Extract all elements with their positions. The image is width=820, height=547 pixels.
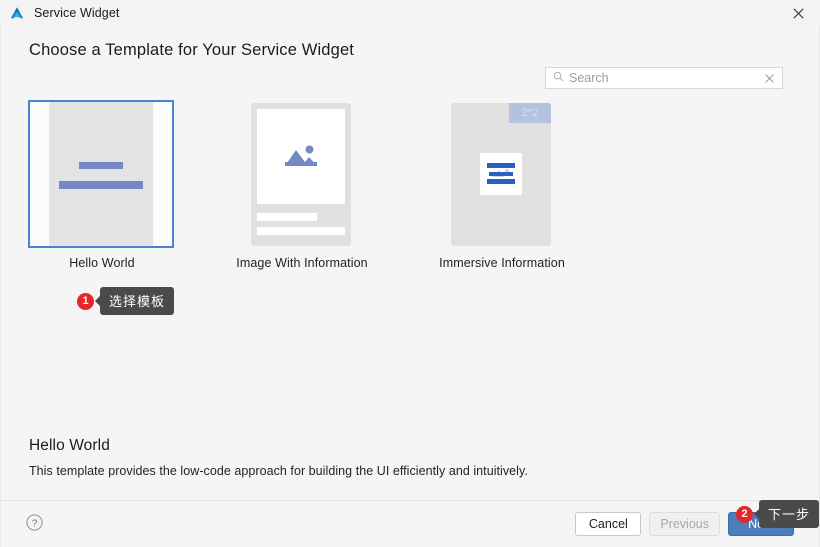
- preview-icon-box: [480, 153, 522, 195]
- svg-text:?: ?: [32, 518, 38, 529]
- preview-text-line-long: [257, 226, 345, 235]
- template-thumbnail: 2*2: [428, 100, 574, 248]
- search-icon: [553, 69, 564, 87]
- preview-image-area: [257, 108, 345, 204]
- detail-description: This template provides the low-code appr…: [29, 464, 528, 478]
- help-icon[interactable]: ?: [26, 514, 43, 536]
- close-icon[interactable]: [776, 0, 820, 26]
- template-label: Image With Information: [236, 256, 368, 270]
- template-thumbnail: [28, 100, 174, 248]
- annotation-tooltip: 下一步: [759, 500, 820, 528]
- window-title: Service Widget: [34, 6, 120, 20]
- template-thumbnail: [228, 100, 374, 248]
- previous-button: Previous: [649, 512, 720, 536]
- template-label: Hello World: [69, 256, 135, 270]
- clear-icon[interactable]: [759, 68, 779, 88]
- template-card-immersive-information[interactable]: 2*2 Immersive Information: [428, 100, 576, 270]
- cancel-button[interactable]: Cancel: [575, 512, 642, 536]
- dialog-body: Choose a Template for Your Service Widge…: [0, 26, 820, 547]
- preview-bar-short: [79, 162, 123, 169]
- window-titlebar: Service Widget: [0, 0, 820, 27]
- size-badge: 2*2: [509, 102, 551, 123]
- annotation-number: 1: [77, 292, 94, 310]
- template-card-hello-world[interactable]: Hello World: [28, 100, 176, 270]
- image-info-preview: [251, 102, 351, 246]
- preview-text-line-short: [257, 212, 317, 221]
- template-grid: Hello World Image With Information 2*2 I…: [28, 100, 576, 270]
- dialog-footer: ? Cancel Previous Next: [1, 500, 819, 547]
- annotation-tooltip: 选择模板: [100, 287, 175, 315]
- template-label: Immersive Information: [439, 256, 565, 270]
- annotation-marker-2: 2 下一步: [736, 500, 820, 528]
- template-detail: Hello World This template provides the l…: [29, 437, 528, 478]
- immersive-preview: 2*2: [451, 102, 551, 246]
- annotation-number: 2: [736, 505, 753, 523]
- hello-world-preview: [49, 102, 153, 246]
- search-input[interactable]: [569, 71, 759, 85]
- mountain-logo-icon: [9, 5, 25, 21]
- detail-title: Hello World: [29, 437, 110, 454]
- search-box[interactable]: [545, 67, 783, 89]
- annotation-marker-1: 1 选择模板: [77, 287, 175, 315]
- page-title: Choose a Template for Your Service Widge…: [29, 41, 355, 59]
- preview-bar-long: [59, 181, 143, 189]
- template-card-image-with-information[interactable]: Image With Information: [228, 100, 376, 270]
- immersive-layout-icon: [487, 163, 515, 184]
- picture-icon: [285, 145, 317, 166]
